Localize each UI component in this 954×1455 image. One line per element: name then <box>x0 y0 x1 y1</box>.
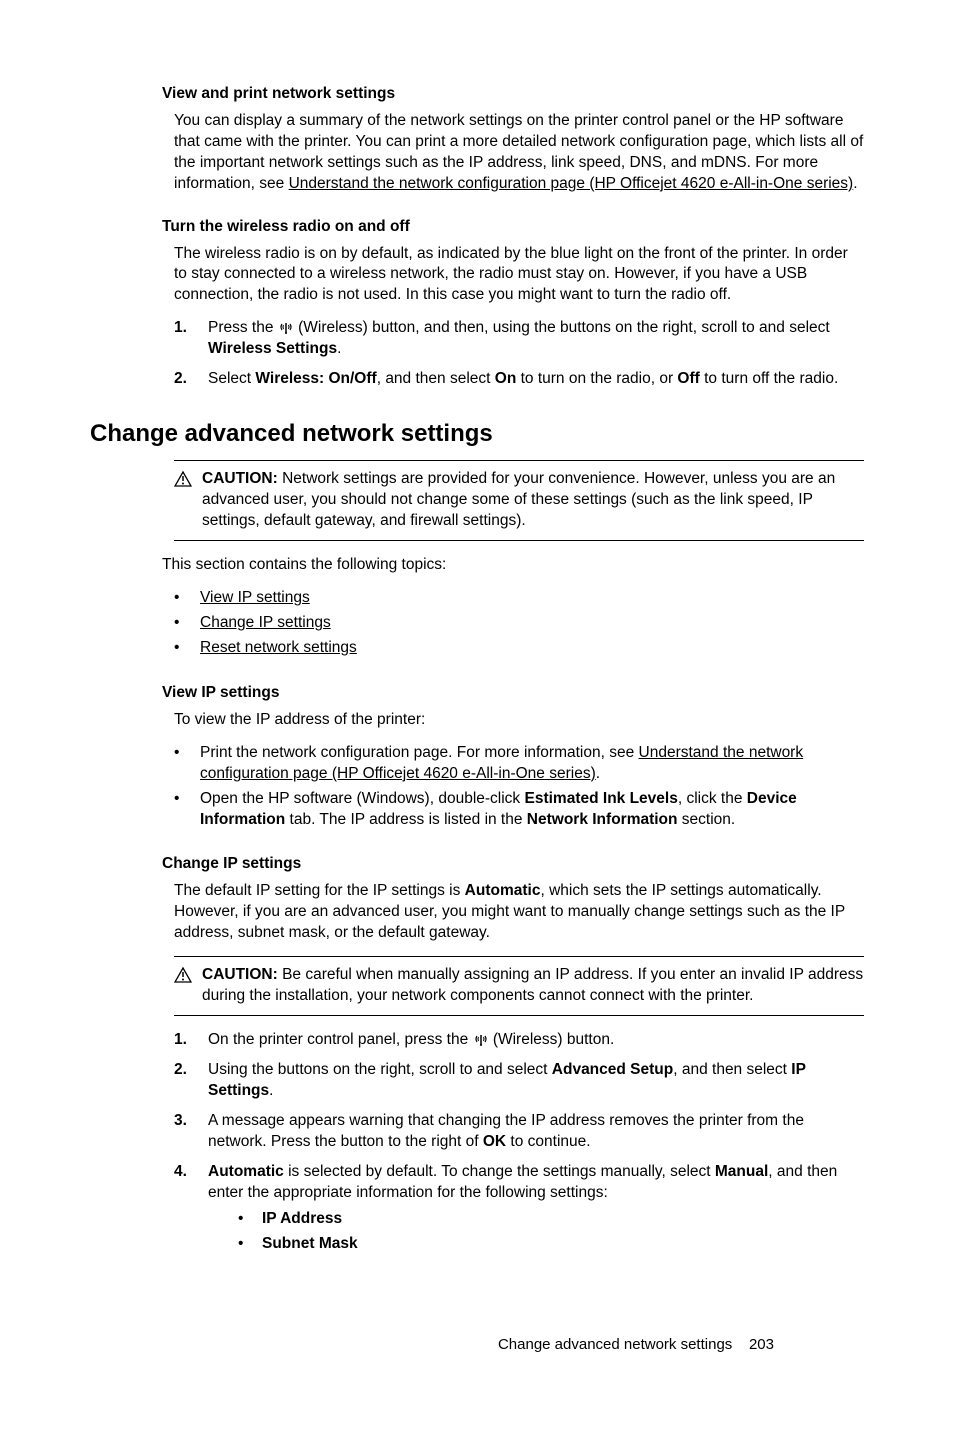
heading-change-advanced-network: Change advanced network settings <box>90 418 864 450</box>
bold-text: IP Address <box>262 1209 342 1230</box>
step-item: 2. Using the buttons on the right, scrol… <box>174 1060 864 1102</box>
bold-text: Automatic <box>465 882 541 899</box>
step-number: 2. <box>174 369 196 390</box>
step-text: On the printer control panel, press the … <box>208 1030 614 1051</box>
step-number: 1. <box>174 318 196 360</box>
text-fragment: , click the <box>678 790 747 807</box>
text-fragment: . <box>337 340 341 357</box>
text-fragment: Select <box>208 370 255 387</box>
text-fragment: , and then select <box>377 370 495 387</box>
wireless-icon <box>473 1032 489 1046</box>
caution-icon <box>174 967 192 983</box>
body-text: The wireless radio is on by default, as … <box>174 244 864 307</box>
list-item: Print the network configuration page. Fo… <box>174 743 864 785</box>
body-text: The default IP setting for the IP settin… <box>174 881 864 944</box>
step-number: 3. <box>174 1111 196 1153</box>
bold-text: Subnet Mask <box>262 1234 358 1255</box>
caution-label: CAUTION: <box>202 966 278 983</box>
heading-view-print-network: View and print network settings <box>162 84 864 105</box>
list-item: Open the HP software (Windows), double-c… <box>174 789 864 831</box>
text-fragment: Network settings are provided for your c… <box>202 470 835 529</box>
text-fragment: , and then select <box>673 1061 791 1078</box>
topics-list: View IP settings Change IP settings Rese… <box>174 588 864 659</box>
step-number: 2. <box>174 1060 196 1102</box>
heading-change-ip: Change IP settings <box>162 854 864 875</box>
text-fragment: . <box>853 175 857 192</box>
bold-text: Advanced Setup <box>552 1061 673 1078</box>
bold-text: Wireless Settings <box>208 340 337 357</box>
text-fragment: is selected by default. To change the se… <box>284 1163 715 1180</box>
bold-text: Network Information <box>527 811 678 828</box>
heading-view-ip: View IP settings <box>162 683 864 704</box>
bold-text: Off <box>677 370 699 387</box>
text-fragment: Print the network configuration page. Fo… <box>200 743 864 785</box>
step-text: Press the (Wireless) button, and then, u… <box>208 318 864 360</box>
page-footer: Change advanced network settings 203 <box>498 1335 774 1355</box>
text-fragment: The default IP setting for the IP settin… <box>174 882 465 899</box>
step-text: A message appears warning that changing … <box>208 1111 864 1153</box>
text-fragment: section. <box>678 811 736 828</box>
step-item: 1. On the printer control panel, press t… <box>174 1030 864 1051</box>
caution-text: CAUTION: Be careful when manually assign… <box>202 965 864 1007</box>
body-text: To view the IP address of the printer: <box>174 710 864 731</box>
text-fragment: . <box>269 1082 273 1099</box>
caution-icon <box>174 471 192 487</box>
bold-text: On <box>495 370 517 387</box>
link-understand-network-config[interactable]: Understand the network configuration pag… <box>289 175 854 192</box>
list-item: View IP settings <box>174 588 864 609</box>
step-item: 2. Select Wireless: On/Off, and then sel… <box>174 369 864 390</box>
link-reset-network[interactable]: Reset network settings <box>200 638 357 659</box>
text-fragment: tab. The IP address is listed in the <box>285 811 527 828</box>
body-text: This section contains the following topi… <box>162 555 864 576</box>
steps-list: 1. On the printer control panel, press t… <box>174 1030 864 1259</box>
text-fragment: (Wireless) button, and then, using the b… <box>294 319 830 336</box>
steps-list: 1. Press the (Wireless) button, and then… <box>174 318 864 390</box>
footer-title: Change advanced network settings <box>498 1336 732 1353</box>
view-ip-list: Print the network configuration page. Fo… <box>174 743 864 831</box>
text-fragment: . <box>596 765 600 782</box>
caution-label: CAUTION: <box>202 470 278 487</box>
body-text: You can display a summary of the network… <box>174 111 864 195</box>
caution-box: CAUTION: Be careful when manually assign… <box>174 956 864 1016</box>
text-fragment: Be careful when manually assigning an IP… <box>202 966 863 1004</box>
step-text: Select Wireless: On/Off, and then select… <box>208 369 838 390</box>
text-fragment: to turn on the radio, or <box>516 370 677 387</box>
sub-list: IP Address Subnet Mask <box>238 1209 864 1255</box>
text-fragment: to continue. <box>506 1133 590 1150</box>
text-fragment: Open the HP software (Windows), double-c… <box>200 789 864 831</box>
step-text: Automatic is selected by default. To cha… <box>208 1162 864 1260</box>
text-fragment: Open the HP software (Windows), double-c… <box>200 790 525 807</box>
step-text: Using the buttons on the right, scroll t… <box>208 1060 864 1102</box>
page-number: 203 <box>749 1336 774 1353</box>
wireless-icon <box>278 320 294 334</box>
text-fragment: Print the network configuration page. Fo… <box>200 744 639 761</box>
bold-text: Manual <box>715 1163 768 1180</box>
heading-wireless-radio: Turn the wireless radio on and off <box>162 217 864 238</box>
bold-text: Automatic <box>208 1163 284 1180</box>
list-item: Subnet Mask <box>238 1234 864 1255</box>
list-item: IP Address <box>238 1209 864 1230</box>
list-item: Change IP settings <box>174 613 864 634</box>
step-number: 4. <box>174 1162 196 1260</box>
text-fragment: Press the <box>208 319 278 336</box>
text-fragment: (Wireless) button. <box>489 1031 615 1048</box>
list-item: Reset network settings <box>174 638 864 659</box>
step-item: 3. A message appears warning that changi… <box>174 1111 864 1153</box>
bold-text: Wireless: On/Off <box>255 370 376 387</box>
bold-text: OK <box>483 1133 506 1150</box>
step-item: 1. Press the (Wireless) button, and then… <box>174 318 864 360</box>
caution-box: CAUTION: Network settings are provided f… <box>174 460 864 541</box>
link-view-ip[interactable]: View IP settings <box>200 588 310 609</box>
caution-text: CAUTION: Network settings are provided f… <box>202 469 864 532</box>
text-fragment: to turn off the radio. <box>700 370 838 387</box>
text-fragment: Using the buttons on the right, scroll t… <box>208 1061 552 1078</box>
step-item: 4. Automatic is selected by default. To … <box>174 1162 864 1260</box>
text-fragment: On the printer control panel, press the <box>208 1031 473 1048</box>
step-number: 1. <box>174 1030 196 1051</box>
link-change-ip[interactable]: Change IP settings <box>200 613 331 634</box>
bold-text: Estimated Ink Levels <box>525 790 678 807</box>
